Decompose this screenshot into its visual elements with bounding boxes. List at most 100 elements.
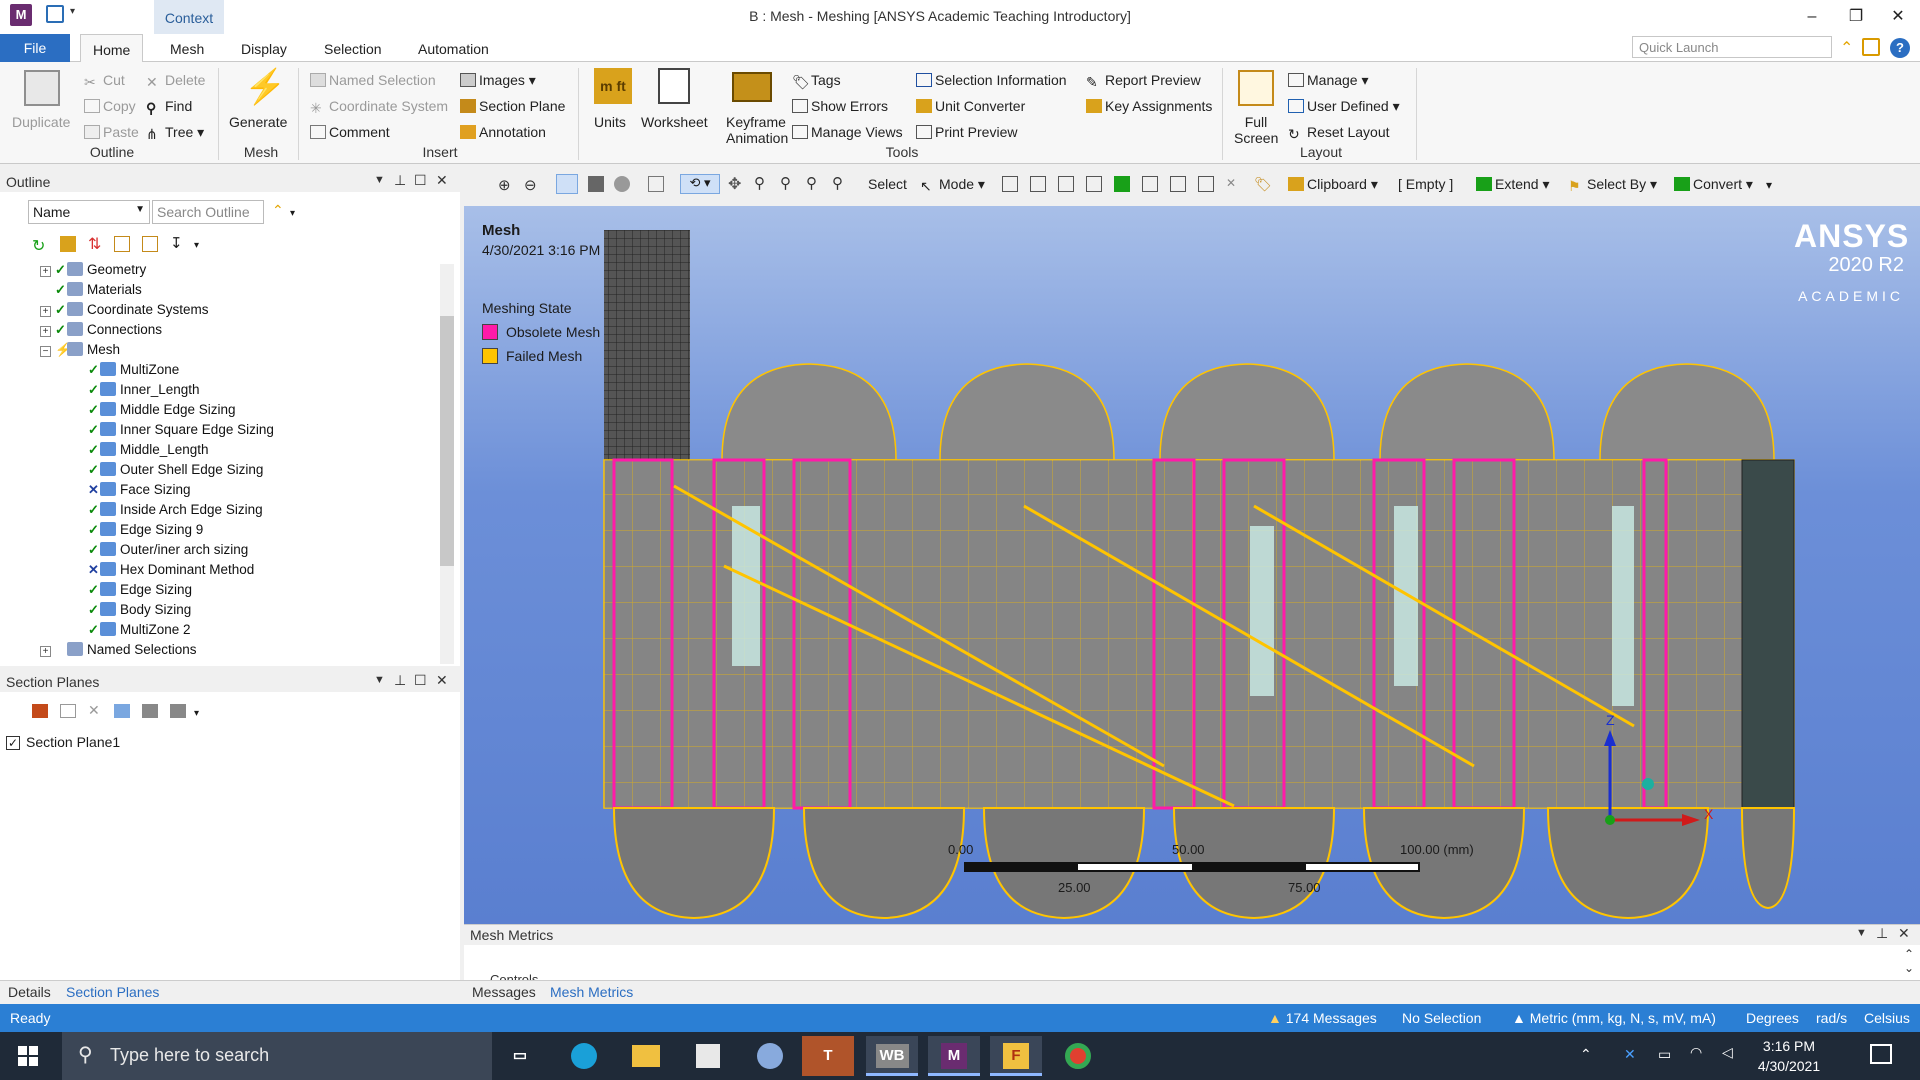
status-units[interactable]: ▲ Metric (mm, kg, N, s, mV, mA)	[1512, 1010, 1716, 1026]
coordinate-icon[interactable]: ✕	[1226, 176, 1242, 192]
edit-section-plane-icon[interactable]	[60, 704, 76, 718]
graphics-viewport[interactable]: Mesh 4/30/2021 3:16 PM Meshing State Obs…	[464, 206, 1920, 924]
comment-button[interactable]: Comment	[310, 124, 390, 140]
display-style-icon[interactable]	[614, 176, 630, 192]
section-plane-button[interactable]: Section Plane	[460, 98, 565, 114]
zoom-icon[interactable]: ⚲	[754, 174, 765, 192]
full-screen-button[interactable]: Full Screen	[1234, 114, 1278, 146]
paste-button[interactable]: Paste	[84, 124, 139, 140]
show-cap-icon[interactable]	[142, 704, 158, 718]
tree-item[interactable]: ✓ Materials	[40, 282, 430, 302]
select-vertex-icon[interactable]	[1002, 176, 1018, 192]
show-errors-button[interactable]: Show Errors	[792, 98, 888, 114]
toolbar-overflow-icon[interactable]: ▾	[1766, 178, 1772, 192]
section-options-dropdown-icon[interactable]: ▾	[194, 708, 199, 719]
reset-layout-button[interactable]: ↻ Reset Layout	[1288, 124, 1390, 142]
task-view-icon[interactable]: ▭	[494, 1036, 546, 1076]
taskbar-time[interactable]: 3:16 PM	[1746, 1038, 1832, 1054]
outline-scrollbar[interactable]	[440, 264, 454, 664]
status-rads[interactable]: rad/s	[1816, 1010, 1847, 1026]
select-element-face-icon[interactable]	[1142, 176, 1158, 192]
meshing-icon[interactable]: M	[928, 1036, 980, 1076]
select-face-icon[interactable]	[1058, 176, 1074, 192]
chrome-icon[interactable]	[1052, 1036, 1104, 1076]
tab-home[interactable]: Home	[80, 34, 144, 62]
status-temperature[interactable]: Celsius	[1864, 1010, 1910, 1026]
expand-all-icon[interactable]	[114, 236, 130, 252]
key-assignments-button[interactable]: Key Assignments	[1086, 98, 1212, 114]
tab-file[interactable]: File	[0, 34, 70, 62]
tray-chevron-icon[interactable]: ⌃	[1580, 1046, 1592, 1063]
tab-automation[interactable]: Automation	[406, 34, 501, 62]
select-body-icon[interactable]	[1086, 176, 1102, 192]
tab-mesh[interactable]: Mesh	[158, 34, 216, 62]
selection-information-button[interactable]: Selection Information	[916, 72, 1067, 88]
sort-dropdown-icon[interactable]: ▾	[194, 240, 199, 251]
duplicate-button[interactable]: Duplicate	[12, 114, 70, 130]
expand-icon[interactable]: +	[40, 646, 51, 657]
status-messages[interactable]: ▲ 174 Messages	[1268, 1010, 1377, 1026]
tree-item[interactable]: ✓ Outer Shell Edge Sizing	[40, 462, 430, 482]
annotation-button[interactable]: Annotation	[460, 124, 546, 140]
units-button[interactable]: Units	[594, 114, 626, 130]
qat-dropdown-icon[interactable]: ▾	[70, 6, 75, 17]
expand-icon[interactable]: +	[40, 306, 51, 317]
tree-button[interactable]: ⋔ Tree ▾	[146, 124, 204, 142]
named-selection-button[interactable]: Named Selection	[310, 72, 436, 88]
panel-close-icon[interactable]: ✕	[1898, 925, 1910, 942]
unit-converter-button[interactable]: Unit Converter	[916, 98, 1025, 114]
select-mesh-icon[interactable]	[1198, 176, 1214, 192]
file-explorer-icon[interactable]	[620, 1036, 672, 1076]
zoom-box-icon[interactable]: ⚲	[780, 174, 791, 192]
tray-network-alert-icon[interactable]: ✕	[1624, 1046, 1636, 1063]
maximize-icon[interactable]: ☐	[414, 172, 427, 189]
user-defined-button[interactable]: User Defined ▾	[1288, 98, 1400, 115]
tree-item[interactable]: ✕ Face Sizing	[40, 482, 430, 502]
metrics-scroll-icon[interactable]: ⌃ ⌄	[1900, 947, 1918, 979]
tags-button[interactable]: 🏷Tags	[792, 72, 841, 90]
collapse-icon[interactable]: −	[40, 346, 51, 357]
box-zoom-icon[interactable]	[648, 176, 664, 192]
tree-item[interactable]: ✓ Edge Sizing 9	[40, 522, 430, 542]
status-degrees[interactable]: Degrees	[1746, 1010, 1799, 1026]
new-section-plane-icon[interactable]	[32, 704, 48, 718]
panel-close-icon[interactable]: ✕	[436, 172, 448, 189]
collapse-all-icon[interactable]	[142, 236, 158, 252]
tab-display[interactable]: Display	[229, 34, 299, 62]
tree-item[interactable]: ✓ Middle Edge Sizing	[40, 402, 430, 422]
extend-button[interactable]: Extend ▾	[1476, 176, 1550, 193]
zoom-in-icon[interactable]: ⊕	[498, 176, 511, 194]
panel-dropdown-icon[interactable]: ▼	[1856, 927, 1867, 939]
tab-section-planes[interactable]: Section Planes	[66, 984, 159, 1000]
save-icon[interactable]	[46, 5, 64, 23]
manage-button[interactable]: Manage ▾	[1288, 72, 1369, 89]
expand-icon[interactable]: +	[40, 326, 51, 337]
magnifier-icon[interactable]: ⚲	[832, 174, 843, 192]
sort-alpha-icon[interactable]: ↧	[170, 234, 183, 252]
zoom-out-icon[interactable]: ⊖	[524, 176, 537, 194]
section-plane-checkbox[interactable]: ✓	[6, 736, 20, 750]
images-button[interactable]: Images ▾	[460, 72, 536, 89]
pin-icon[interactable]: ⊥	[1876, 925, 1888, 942]
tree-item[interactable]: + ✓ Geometry	[40, 262, 430, 282]
tag-icon[interactable]: 🏷	[1254, 176, 1272, 192]
worksheet-button[interactable]: Worksheet	[641, 114, 708, 130]
select-node-icon[interactable]	[1114, 176, 1130, 192]
select-edge-icon[interactable]	[1030, 176, 1046, 192]
blue-app-icon[interactable]	[744, 1036, 796, 1076]
volume-icon[interactable]: ◁	[1722, 1044, 1733, 1061]
taskbar-date[interactable]: 4/30/2021	[1746, 1058, 1832, 1074]
teams-icon[interactable]: T	[802, 1036, 854, 1076]
tab-selection[interactable]: Selection	[312, 34, 394, 62]
tree-item[interactable]: − ⚡ Mesh	[40, 342, 430, 362]
close-button[interactable]: ✕	[1878, 4, 1918, 30]
fluent-icon[interactable]: F	[990, 1036, 1042, 1076]
tree-item[interactable]: ✓ Inner Square Edge Sizing	[40, 422, 430, 442]
name-filter-select[interactable]: Name ▼	[28, 200, 150, 224]
sort-icon[interactable]: ⇅	[88, 234, 101, 254]
coordinate-system-button[interactable]: ✳ Coordinate System	[310, 98, 448, 116]
filter-dropdown-icon[interactable]: ▾	[290, 208, 295, 219]
print-preview-button[interactable]: Print Preview	[916, 124, 1017, 140]
find-button[interactable]: ⚲ Find	[146, 98, 192, 116]
manage-views-button[interactable]: Manage Views	[792, 124, 903, 140]
